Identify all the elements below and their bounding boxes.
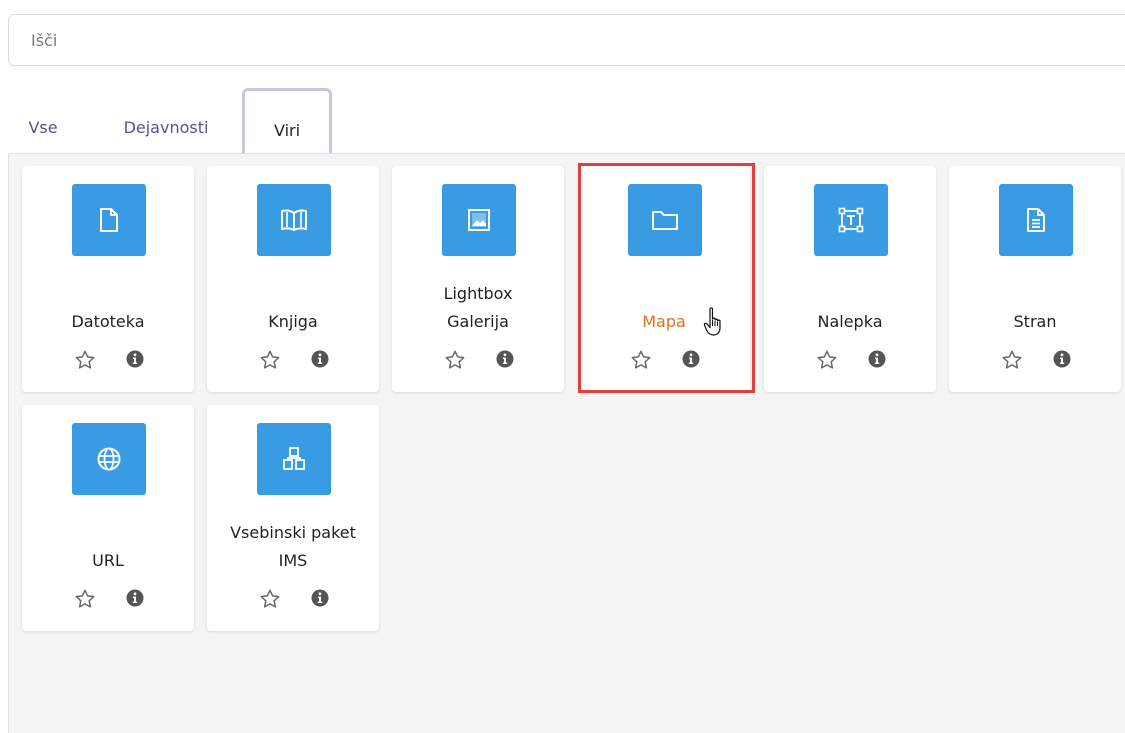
info-icon[interactable] [868,350,886,368]
star-icon[interactable] [74,349,96,371]
resource-card-nalepka[interactable]: Nalepka [764,166,936,392]
page-icon [999,184,1073,256]
tab-vse[interactable]: Vse [18,88,68,154]
resource-card-knjiga[interactable]: Knjiga [207,166,379,392]
info-icon[interactable] [311,350,329,368]
folder-icon [628,184,702,256]
star-icon[interactable] [816,349,838,371]
image-gallery-icon [442,184,516,256]
hand-pointer-icon [703,307,721,336]
resource-card-url[interactable]: URL [22,405,194,631]
star-icon[interactable] [444,349,466,371]
star-icon[interactable] [74,588,96,610]
info-icon[interactable] [126,350,144,368]
resource-card-mapa[interactable]: Mapa [578,166,750,392]
resource-name: Knjiga [268,312,318,331]
resource-card-datoteka[interactable]: Datoteka [22,166,194,392]
resource-card-vsebinski-paket-ims[interactable]: Vsebinski paket IMS [207,405,379,631]
resource-name: Nalepka [817,312,883,331]
file-icon [72,184,146,256]
tab-dejavnosti[interactable]: Dejavnosti [102,88,230,154]
info-icon[interactable] [496,350,514,368]
resource-name: Datoteka [71,312,145,331]
star-icon[interactable] [1001,349,1023,371]
info-icon[interactable] [1053,350,1071,368]
globe-icon [72,423,146,495]
resource-card-stran[interactable]: Stran [949,166,1121,392]
tab-viri[interactable]: Viri [242,88,332,157]
info-icon[interactable] [682,350,700,368]
book-icon [257,184,331,256]
star-icon[interactable] [259,588,281,610]
info-icon[interactable] [311,589,329,607]
resource-name: Vsebinski paket IMS [230,523,356,570]
search-box[interactable] [8,14,1125,66]
star-icon[interactable] [259,349,281,371]
resource-name: Stran [1013,312,1057,331]
ims-package-icon [257,423,331,495]
info-icon[interactable] [126,589,144,607]
resource-card-lightbox-galerija[interactable]: Lightbox Galerija [392,166,564,392]
star-icon[interactable] [630,349,652,371]
resource-name: URL [92,551,124,570]
search-input[interactable] [29,29,1125,51]
text-label-icon [814,184,888,256]
resource-name: Lightbox Galerija [443,284,513,331]
